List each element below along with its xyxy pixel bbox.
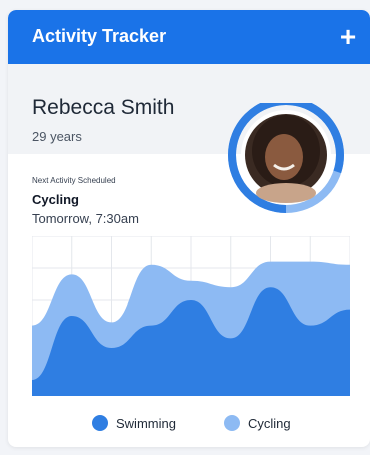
legend-item-cycling[interactable]: Cycling xyxy=(224,413,291,433)
chart-legend: Swimming Cycling xyxy=(8,413,370,433)
card-title: Activity Tracker xyxy=(32,26,167,46)
activity-tracker-card: Activity Tracker + Rebecca Smith 29 year… xyxy=(8,10,370,447)
legend-swatch-cycling xyxy=(224,415,240,431)
user-age: 29 years xyxy=(32,129,82,144)
card-header: Activity Tracker + xyxy=(8,10,370,64)
next-activity-name: Cycling xyxy=(32,192,79,207)
next-activity-time: Tomorrow, 7:30am xyxy=(32,211,139,226)
avatar[interactable] xyxy=(224,103,354,213)
plus-icon: + xyxy=(339,21,357,52)
legend-swatch-swimming xyxy=(92,415,108,431)
activity-chart xyxy=(32,236,350,396)
legend-label-swimming: Swimming xyxy=(116,415,176,431)
legend-label-cycling: Cycling xyxy=(248,415,291,431)
legend-item-swimming[interactable]: Swimming xyxy=(92,413,176,433)
add-activity-button[interactable]: + xyxy=(332,21,364,53)
next-activity-label: Next Activity Scheduled xyxy=(32,176,116,185)
user-name: Rebecca Smith xyxy=(32,96,175,119)
avatar-photo-face xyxy=(265,134,303,180)
avatar-photo-shoulders xyxy=(256,183,316,203)
